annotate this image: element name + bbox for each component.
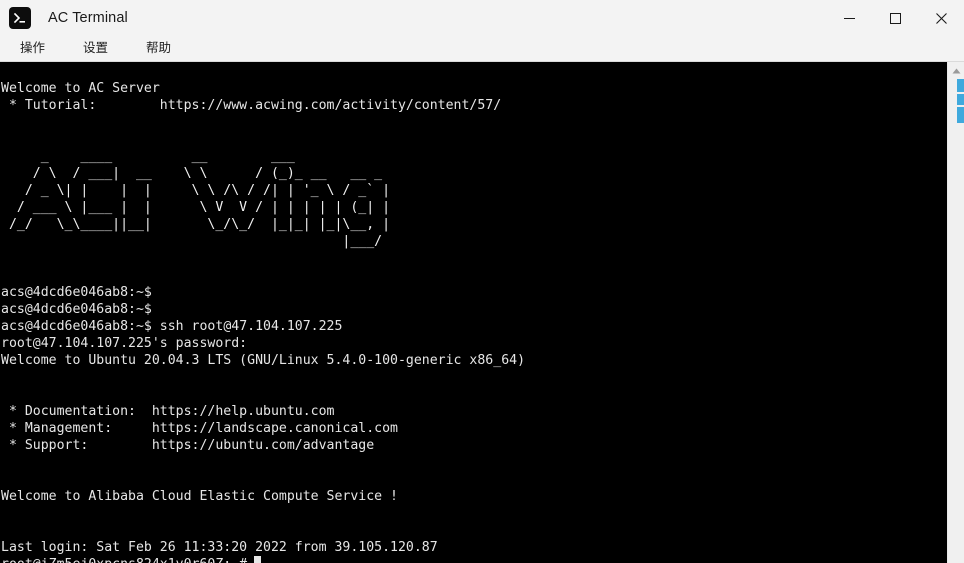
line-management: * Management: https://landscape.canonica… xyxy=(1,421,398,436)
ssh-command-text: ssh root@47.104.107.225 xyxy=(159,319,343,334)
line-prompt-2: acs@4dcd6e046ab8:~$ xyxy=(1,302,152,317)
menu-help[interactable]: 帮助 xyxy=(134,39,183,58)
text-cursor xyxy=(254,556,262,563)
acwing-ascii-banner: _ ____ __ ___ / \ / ___| __ \ \ / (_)_ _… xyxy=(8,149,391,249)
close-button[interactable] xyxy=(918,0,964,36)
terminal-area: Welcome to AC Server * Tutorial: https:/… xyxy=(0,62,964,563)
line-support: * Support: https://ubuntu.com/advantage xyxy=(1,438,375,453)
terminal-prompt-icon xyxy=(9,7,31,29)
menu-settings[interactable]: 设置 xyxy=(71,39,120,58)
menu-operations[interactable]: 操作 xyxy=(8,39,57,58)
maximize-button[interactable] xyxy=(872,0,918,36)
final-prompt-text: root@iZm5ej0xpcns824x1v0r60Z:~# xyxy=(1,557,247,563)
scroll-up-arrow[interactable] xyxy=(948,62,964,79)
vertical-scrollbar[interactable] xyxy=(947,62,964,563)
line-alibaba-welcome: Welcome to Alibaba Cloud Elastic Compute… xyxy=(1,489,398,504)
line-last-login: Last login: Sat Feb 26 11:33:20 2022 fro… xyxy=(1,540,438,555)
line-final-prompt: root@iZm5ej0xpcns824x1v0r60Z:~# xyxy=(1,556,262,563)
prompt-label: acs@4dcd6e046ab8:~$ xyxy=(1,319,160,334)
terminal-output: Welcome to AC Server * Tutorial: https:/… xyxy=(0,62,947,563)
menu-bar: 操作 设置 帮助 xyxy=(0,36,964,62)
terminal-window: AC Terminal 操作 设置 帮助 Welcome to AC Serve… xyxy=(0,0,964,563)
line-welcome: Welcome to AC Server xyxy=(1,81,160,96)
scrollbar-track[interactable] xyxy=(948,79,964,563)
line-ubuntu-welcome: Welcome to Ubuntu 20.04.3 LTS (GNU/Linux… xyxy=(1,353,526,368)
line-tutorial: * Tutorial: https://www.acwing.com/activ… xyxy=(1,98,502,113)
line-ssh-command: acs@4dcd6e046ab8:~$ ssh root@47.104.107.… xyxy=(1,319,342,334)
minimize-button[interactable] xyxy=(826,0,872,36)
title-bar: AC Terminal xyxy=(0,0,964,36)
line-password-prompt: root@47.104.107.225's password: xyxy=(1,336,248,351)
scrollbar-thumb[interactable] xyxy=(956,79,964,123)
terminal-screen[interactable]: Welcome to AC Server * Tutorial: https:/… xyxy=(0,62,947,563)
line-prompt-1: acs@4dcd6e046ab8:~$ xyxy=(1,285,152,300)
window-controls xyxy=(826,0,964,36)
line-documentation: * Documentation: https://help.ubuntu.com xyxy=(1,404,335,419)
window-title: AC Terminal xyxy=(48,10,128,26)
